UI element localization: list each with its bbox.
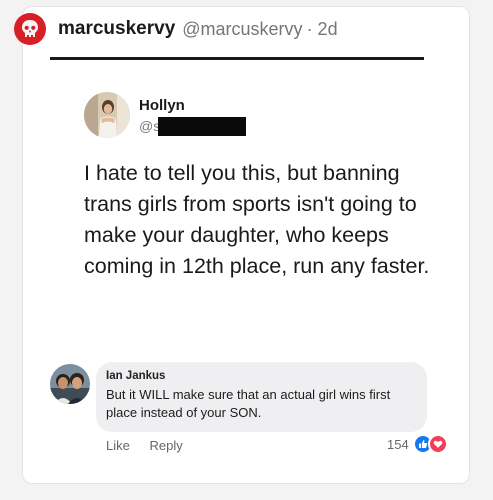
tweet-author-avatar (84, 92, 130, 138)
reaction-count: 154 (387, 436, 409, 452)
punisher-skull-icon[interactable] (14, 13, 46, 45)
reactions-summary[interactable]: 154 (387, 434, 448, 454)
post-handle[interactable]: @marcuskervy (182, 19, 302, 40)
tweet-text: I hate to tell you this, but banning tra… (84, 161, 430, 278)
post-username[interactable]: marcuskervy (58, 18, 175, 40)
reply-link[interactable]: Reply (149, 438, 182, 453)
post-timestamp: · 2d (306, 18, 338, 39)
post-header: marcuskervy @marcuskervy · 2d (14, 12, 338, 46)
comment-actions: Like Reply (106, 438, 199, 453)
redaction-bar (158, 117, 246, 136)
love-icon (427, 434, 448, 454)
commenter-name[interactable]: Ian Jankus (106, 370, 165, 382)
comment-text: But it WILL make sure that an actual gir… (106, 387, 391, 420)
like-link[interactable]: Like (106, 438, 130, 453)
tweet-author-name: Hollyn (139, 97, 185, 114)
commenter-avatar (50, 364, 90, 404)
